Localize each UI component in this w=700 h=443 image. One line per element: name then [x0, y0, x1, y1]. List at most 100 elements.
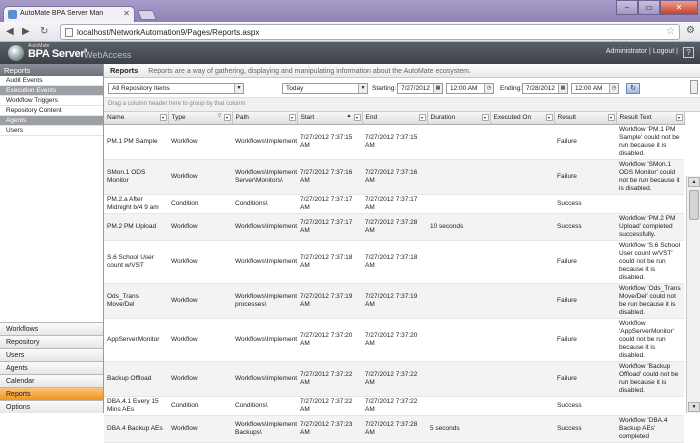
start-date-field[interactable]: 7/27/2012 ▦ [397, 83, 443, 94]
table-row[interactable]: SMon.1 ODS Monitor Workflow Workflows\Impl… [104, 159, 684, 195]
table-row[interactable]: DBA.4.1 Every 15 Mins AEs Condition Condit… [104, 396, 684, 416]
forward-arrow-icon[interactable]: ▶ [22, 26, 30, 38]
cell-name: Ods_Trans Move/Del [104, 283, 168, 319]
sidebar-item-execution-events[interactable]: Execution Events [0, 86, 103, 96]
cell-type: Condition [168, 396, 232, 416]
cell-path: Workflows\Implementa [232, 318, 297, 362]
column-header-name[interactable]: Name ▾ [104, 112, 169, 125]
browser-tab[interactable]: AutoMate BPA Server Man ✕ [3, 6, 135, 22]
table-row[interactable]: AppServerMonitor Workflow Workflows\Implem… [104, 318, 684, 362]
refresh-button[interactable]: ↻ [626, 83, 640, 94]
nav-workflows[interactable]: Workflows [0, 322, 103, 335]
cell-start: 7/27/2012 7:37:19 AM [297, 283, 362, 319]
cell-result: Failure [554, 124, 616, 160]
cell-result: Failure [554, 318, 616, 362]
cell-result: Failure [554, 240, 616, 284]
minimize-button[interactable]: – [616, 0, 638, 15]
column-header-duration[interactable]: Duration ▾ [427, 112, 491, 125]
cell-path: Workflows\Implementa [232, 240, 297, 284]
filter-icon[interactable]: ▾ [159, 114, 167, 121]
cell-result-text: Workflow 'SMon.1 ODS Monitor' could not … [616, 159, 684, 195]
cell-result-text: Workflow 'DBA.4 Backup AEs' completed [616, 415, 684, 443]
sidebar-nav: Workflows Repository Users Agents Calendar Re… [0, 322, 103, 413]
table-row[interactable]: PM.1 PM Sample Workflow Workflows\Implemen… [104, 124, 684, 160]
column-header-type[interactable]: Type ▽ ▾ [168, 112, 233, 125]
nav-calendar[interactable]: Calendar [0, 374, 103, 387]
filter-icon[interactable]: ▾ [481, 114, 489, 121]
filter-icon[interactable]: ▾ [675, 114, 683, 121]
logo-web-text: WebAccess [84, 50, 132, 60]
column-header-executed-on[interactable]: Executed On ▾ [490, 112, 555, 125]
sidebar-item-audit-events[interactable]: Audit Events [0, 76, 103, 86]
range-dropdown[interactable]: Today ▼ [282, 83, 368, 94]
start-time-value: 12:00 AM [450, 85, 478, 92]
window-controls: – ▭ ✕ [616, 0, 698, 15]
table-row[interactable]: PM.2 PM Upload Workflow Workflows\Implemen… [104, 213, 684, 241]
browser-title-bar: AutoMate BPA Server Man ✕ – ▭ ✕ [0, 0, 700, 22]
sidebar-item-agents[interactable]: Agents [0, 116, 103, 126]
nav-agents[interactable]: Agents [0, 361, 103, 374]
cell-path: Workflows\Implementa [232, 361, 297, 397]
cell-start: 7/27/2012 7:37:22 AM [297, 361, 362, 397]
table-row[interactable]: PM.2.a After Midnight b/4 9 am Condition C… [104, 194, 684, 214]
table-row[interactable]: Ods_Trans Move/Del Workflow Workflows\Impl… [104, 283, 684, 319]
column-header-path[interactable]: Path ▾ [232, 112, 298, 125]
end-time-field[interactable]: 12:00 AM ◷ [571, 83, 619, 94]
filter-icon[interactable]: ▾ [418, 114, 426, 121]
filter-icon[interactable]: ▾ [288, 114, 296, 121]
column-header-result[interactable]: Result ▾ [554, 112, 617, 125]
filter-icon[interactable]: ▾ [353, 114, 361, 121]
bookmark-star-icon[interactable]: ☆ [666, 26, 675, 37]
reload-icon[interactable]: ↻ [40, 26, 48, 38]
vertical-scrollbar[interactable]: ▲ ▼ [686, 176, 700, 413]
back-arrow-icon[interactable]: ◀ [6, 26, 14, 38]
scroll-down-icon[interactable]: ▼ [688, 402, 700, 412]
nav-options[interactable]: Options [0, 400, 103, 413]
filter-bar: All Repository Items ▼ Today ▼ Starting:… [104, 78, 700, 98]
cell-name: DBA.4.1 Every 15 Mins AEs [104, 396, 168, 416]
new-tab-button[interactable] [137, 10, 157, 20]
column-header-end[interactable]: End ▾ [362, 112, 428, 125]
column-header-start[interactable]: Start ▲ ▾ [297, 112, 363, 125]
column-header-result-text[interactable]: Result Text ▾ [616, 112, 685, 125]
cell-result: Success [554, 213, 616, 241]
table-body: PM.1 PM Sample Workflow Workflows\Implemen… [104, 124, 684, 443]
help-icon[interactable]: ? [683, 47, 694, 58]
end-date-field[interactable]: 7/28/2012 ▦ [522, 83, 568, 94]
column-header-label: End [365, 114, 378, 122]
cell-start: 7/27/2012 7:37:23 AM [297, 415, 362, 443]
reports-header: Reports Reports are a way of gathering, … [104, 64, 700, 78]
sidebar-item-repository-content[interactable]: Repository Content [0, 106, 103, 116]
cell-result-text: Workflow 'Ods_Trans Move/Del' could not … [616, 283, 684, 319]
nav-users[interactable]: Users [0, 348, 103, 361]
start-time-field[interactable]: 12:00 AM ◷ [446, 83, 494, 94]
maximize-button[interactable]: ▭ [638, 0, 660, 15]
nav-repository[interactable]: Repository [0, 335, 103, 348]
address-bar[interactable]: localhost/NetworkAutomation9/Pages/Repor… [60, 24, 680, 40]
wrench-icon[interactable]: ⚙ [686, 25, 695, 36]
user-links[interactable]: Administrator | Logout | [606, 48, 678, 55]
column-header-label: Path [235, 114, 249, 122]
nav-reports[interactable]: Reports [0, 387, 103, 400]
close-window-button[interactable]: ✕ [660, 0, 698, 15]
filter-icon[interactable]: ▾ [607, 114, 615, 121]
filter-icon[interactable]: ▾ [223, 114, 231, 121]
sidebar-item-users[interactable]: Users [0, 126, 103, 136]
group-by-bar[interactable]: Drag a column header here to group by th… [104, 98, 700, 112]
cell-executed-on [490, 124, 554, 160]
table-row[interactable]: DBA.4 Backup AEs Workflow Workflows\Implem… [104, 415, 684, 443]
sidebar-item-workflow-triggers[interactable]: Workflow Triggers [0, 96, 103, 106]
cell-executed-on [490, 159, 554, 195]
scope-dropdown[interactable]: All Repository Items ▼ [108, 83, 244, 94]
cell-start: 7/27/2012 7:37:22 AM [297, 396, 362, 416]
scroll-up-icon[interactable]: ▲ [688, 177, 700, 187]
scroll-thumb[interactable] [689, 190, 699, 220]
filter-icon[interactable]: ▾ [545, 114, 553, 121]
close-tab-icon[interactable]: ✕ [123, 9, 130, 18]
cell-start: 7/27/2012 7:37:17 AM [297, 194, 362, 214]
cell-type: Workflow [168, 124, 232, 160]
cell-path: Workflows\Implementa Server\Monitors\ [232, 159, 297, 195]
table-row[interactable]: Backup Offload Workflow Workflows\Implemen… [104, 361, 684, 397]
cell-duration [427, 396, 490, 416]
table-row[interactable]: S.6 School User count w/VST Workflow Workf… [104, 240, 684, 284]
